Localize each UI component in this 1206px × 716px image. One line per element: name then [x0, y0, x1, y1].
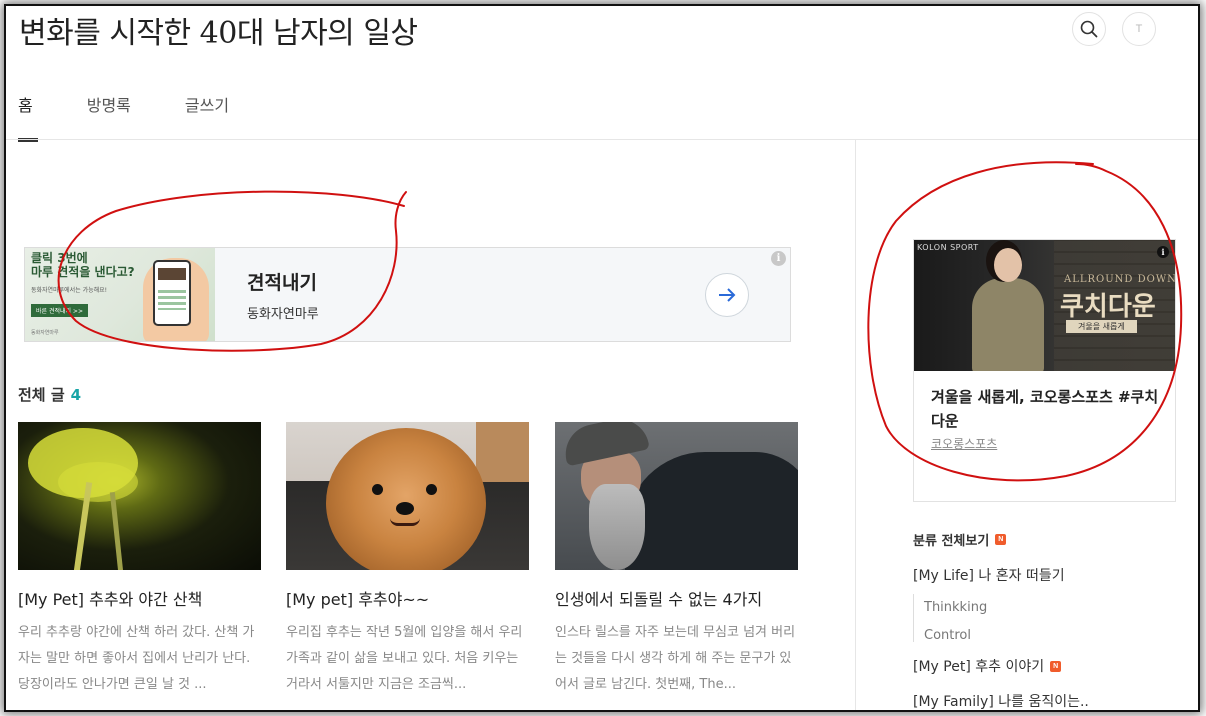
- dog-photo: [326, 428, 486, 570]
- avatar-button[interactable]: T: [1122, 12, 1156, 46]
- post-thumbnail[interactable]: [18, 422, 261, 570]
- phone-illustration: [153, 260, 191, 326]
- search-icon: [1080, 20, 1098, 38]
- tree-trunk: [109, 491, 124, 570]
- post-excerpt: 우리집 후추는 작년 5월에 입양을 해서 우리 가족과 같이 삶을 보내고 있…: [286, 625, 523, 692]
- sidebar-divider: [855, 139, 856, 710]
- model-head: [994, 248, 1022, 282]
- search-button[interactable]: [1072, 12, 1106, 46]
- ad-info-icon[interactable]: i: [1157, 246, 1169, 258]
- ad-thumb-caption: 동화자연마루에서는 가능해요!: [31, 287, 108, 294]
- subcategory-list: Thinkking Control: [913, 594, 987, 643]
- avatar-initial: T: [1135, 23, 1143, 35]
- post-excerpt: 인스타 릴스를 자주 보는데 무심코 넘겨 버리는 것들을 다시 생각 하게 해…: [555, 625, 796, 692]
- arrow-right-icon: [719, 288, 736, 302]
- new-badge: N: [995, 534, 1007, 545]
- model-coat: [972, 278, 1044, 371]
- tab-guestbook[interactable]: 방명록: [87, 92, 131, 142]
- post-title[interactable]: [My Pet] 추추와 야간 산책: [18, 586, 261, 610]
- ad-thumb-line1: 클릭 3번에: [31, 251, 88, 265]
- main-nav: 홈 방명록 글쓰기: [18, 92, 283, 142]
- subcategory-item-thinkking[interactable]: Thinkking: [924, 594, 987, 622]
- ad-brand-logo: KOLON SPORT: [917, 243, 979, 252]
- ad-image-tagline: ALLROUND DOWN: [1064, 274, 1175, 285]
- ad-thumb-headline: 클릭 3번에 마루 견적을 낸다고?: [31, 251, 135, 279]
- category-label: [My Life] 나 혼자 떠들기: [913, 568, 1065, 584]
- sidebar-ad[interactable]: KOLON SPORT ALLROUND DOWN 쿠치다운 겨울을 새롭게 i…: [913, 239, 1176, 502]
- new-badge: N: [1050, 660, 1062, 672]
- post-card[interactable]: [My Pet] 추추와 야간 산책 우리 추추랑 야간에 산책 하러 갔다. …: [18, 422, 261, 698]
- post-thumbnail[interactable]: [286, 422, 529, 570]
- all-posts-count: 4: [70, 386, 82, 404]
- desk-background: [476, 422, 529, 482]
- category-label: [My Family] 나를 움직이는..: [913, 694, 1089, 710]
- ad-thumb-cta: 바른 견적내기 >>: [31, 304, 88, 317]
- ad-image-headline: 쿠치다운: [1060, 292, 1156, 322]
- dog-mouth: [390, 518, 420, 526]
- subcategory-item-control[interactable]: Control: [924, 622, 987, 650]
- tab-write[interactable]: 글쓰기: [185, 92, 229, 142]
- dog-nose: [396, 502, 414, 515]
- post-card[interactable]: 인생에서 되돌릴 수 없는 4가지 인스타 릴스를 자주 보는데 무심코 넘겨 …: [555, 422, 798, 698]
- sidebar-ad-sponsor[interactable]: 코오롱스포츠: [931, 435, 1158, 452]
- post-excerpt: 우리 추추랑 야간에 산책 하러 갔다. 산책 가자는 말만 하면 좋아서 집에…: [18, 625, 255, 692]
- browser-viewport: 변화를 시작한 40대 남자의 일상 T 홈 방명록 글쓰기 클릭 3번에 마루…: [6, 6, 1198, 710]
- sidebar-ad-image: KOLON SPORT ALLROUND DOWN 쿠치다운 겨울을 새롭게 i: [914, 240, 1175, 371]
- ad-info-icon[interactable]: i: [771, 251, 786, 266]
- category-label: [My Pet] 후추 이야기: [913, 659, 1045, 675]
- post-card[interactable]: [My pet] 후추야~~ 우리집 후추는 작년 5월에 입양을 해서 우리 …: [286, 422, 529, 698]
- dog-eye: [426, 484, 437, 495]
- tree-foliage: [58, 462, 138, 502]
- post-title[interactable]: 인생에서 되돌릴 수 없는 4가지: [555, 586, 798, 610]
- header-actions: T: [1072, 12, 1156, 46]
- nav-divider: [6, 139, 1198, 140]
- all-posts-heading: 전체 글 4: [18, 384, 81, 405]
- all-posts-label: 전체 글: [18, 386, 65, 404]
- tab-home[interactable]: 홈: [18, 92, 38, 142]
- sidebar-ad-title[interactable]: 겨울을 새롭게, 코오롱스포츠 #쿠치다운: [931, 385, 1159, 433]
- post-thumbnail[interactable]: [555, 422, 798, 570]
- category-all-link[interactable]: 분류 전체보기 N: [913, 530, 1007, 549]
- category-heading: 분류 전체보기: [913, 534, 990, 549]
- dog-eye: [372, 484, 383, 495]
- blog-title[interactable]: 변화를 시작한 40대 남자의 일상: [19, 8, 418, 52]
- post-title[interactable]: [My pet] 후추야~~: [286, 586, 529, 610]
- category-item-my-life[interactable]: [My Life] 나 혼자 떠들기: [913, 565, 1065, 585]
- ad-image-season: 겨울을 새롭게: [1066, 320, 1137, 333]
- ad-thumbnail: 클릭 3번에 마루 견적을 낸다고? 동화자연마루에서는 가능해요! 바른 견적…: [25, 248, 215, 341]
- jacket-shape: [625, 452, 798, 570]
- man-beard: [589, 484, 645, 570]
- ad-thumb-brand: 동화자연마루: [31, 330, 59, 336]
- category-item-my-pet[interactable]: [My Pet] 후추 이야기 N: [913, 656, 1062, 676]
- ad-go-button[interactable]: [705, 273, 749, 317]
- category-item-my-family[interactable]: [My Family] 나를 움직이는..: [913, 691, 1089, 710]
- ad-thumb-line2: 마루 견적을 낸다고?: [31, 265, 135, 279]
- ad-banner[interactable]: 클릭 3번에 마루 견적을 낸다고? 동화자연마루에서는 가능해요! 바른 견적…: [24, 247, 791, 342]
